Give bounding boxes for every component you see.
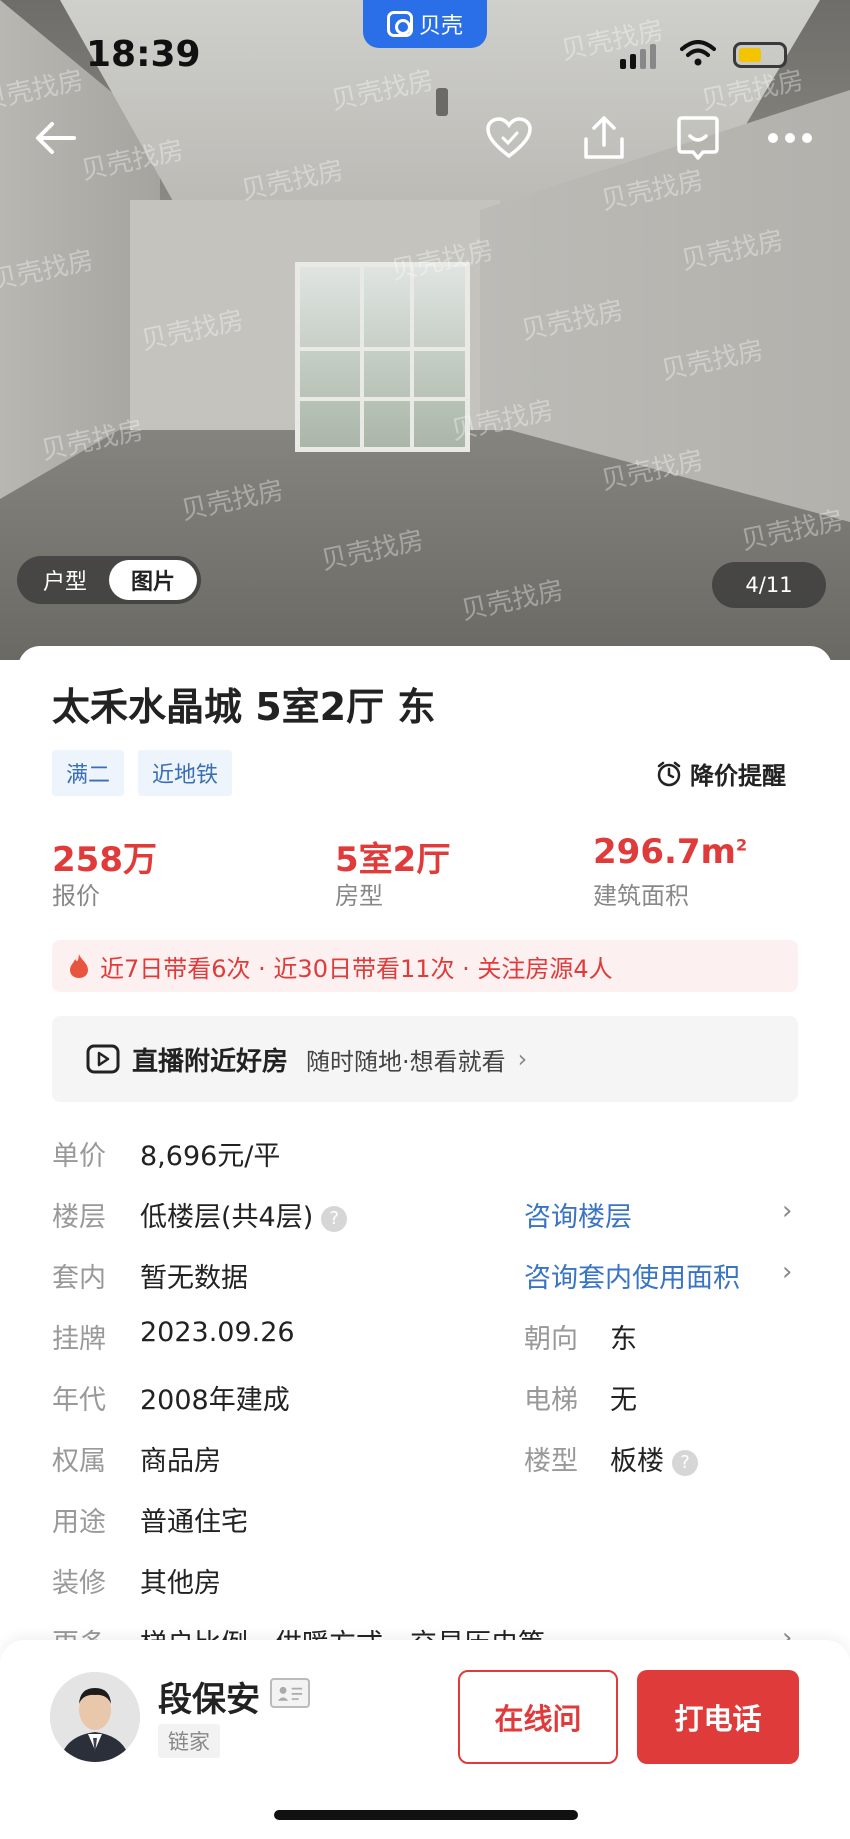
tag-over-two-years: 满二 xyxy=(52,750,125,796)
help-icon[interactable]: ? xyxy=(672,1449,698,1476)
chevron-right-icon: › xyxy=(517,1045,528,1073)
live-play-icon xyxy=(86,1044,120,1074)
listing-detail-page: 贝壳找房 贝壳找房 贝壳找房 贝壳找房 贝壳找房 贝壳找房 贝壳找房 贝壳找房 … xyxy=(0,0,850,1839)
back-button[interactable] xyxy=(30,112,82,164)
home-indicator[interactable] xyxy=(274,1810,578,1820)
live-nearby-banner[interactable]: 直播附近好房 随时随地·想看就看 › xyxy=(52,1016,798,1102)
floor-value-wrap: 低楼层(共4层)? xyxy=(140,1195,348,1234)
price-alert-button[interactable]: 降价提醒 xyxy=(656,756,786,791)
more-icon xyxy=(768,133,812,143)
favorite-button[interactable] xyxy=(483,112,535,164)
consult-floor-link[interactable]: 咨询楼层 xyxy=(524,1195,632,1234)
signal-icon xyxy=(620,44,656,69)
message-button[interactable] xyxy=(672,112,724,164)
fire-icon xyxy=(70,954,88,978)
year-built-value: 2008年建成 xyxy=(140,1385,290,1416)
wifi-icon xyxy=(680,40,716,66)
photo-ceiling-lamp xyxy=(436,88,448,116)
live-subtitle: 随时随地·想看就看 xyxy=(306,1047,506,1076)
battery-icon xyxy=(733,42,787,68)
decoration-label: 装修 xyxy=(52,1568,106,1599)
ownership-value: 商品房 xyxy=(140,1446,221,1477)
floor-label: 楼层 xyxy=(52,1202,106,1233)
stat-area-value: 296.7m2 xyxy=(593,832,747,872)
usage-label: 用途 xyxy=(52,1507,106,1538)
decoration-value: 其他房 xyxy=(140,1568,221,1599)
orientation-label: 朝向 xyxy=(524,1324,578,1355)
back-icon xyxy=(36,122,76,154)
stat-price-label: 报价 xyxy=(52,882,100,910)
consult-inner-area-link[interactable]: 咨询套内使用面积 xyxy=(524,1256,740,1295)
tag-near-subway: 近地铁 xyxy=(138,750,233,796)
floor-value: 低楼层(共4层) xyxy=(140,1202,314,1233)
ownership-label: 权属 xyxy=(52,1446,106,1477)
heart-icon xyxy=(486,117,532,159)
photo-window xyxy=(295,262,470,452)
live-title: 直播附近好房 xyxy=(132,1046,289,1077)
listing-title: 太禾水晶城 5室2厅 东 xyxy=(52,685,436,729)
stat-area-number: 296.7m xyxy=(593,832,736,872)
online-chat-button[interactable]: 在线问 xyxy=(458,1670,618,1764)
agent-name: 段保安 xyxy=(158,1680,260,1720)
stat-layout-label: 房型 xyxy=(335,882,383,910)
photo-type-tabs: 户型 图片 xyxy=(17,556,202,604)
agent-avatar[interactable] xyxy=(50,1672,140,1762)
status-time: 18:39 xyxy=(86,34,201,75)
building-type-value: 板楼 xyxy=(610,1446,664,1477)
viewing-heat-banner: 近7日带看6次 · 近30日带看11次 · 关注房源4人 xyxy=(52,940,798,992)
business-card-icon[interactable] xyxy=(270,1678,310,1708)
photo-counter: 4/11 xyxy=(712,562,826,608)
stat-layout-value: 5室2厅 xyxy=(335,840,451,880)
price-alert-label: 降价提醒 xyxy=(690,762,786,790)
help-icon[interactable]: ? xyxy=(321,1205,348,1232)
listed-date-label: 挂牌 xyxy=(52,1324,106,1355)
chevron-right-icon: › xyxy=(782,1257,793,1287)
building-type-value-wrap: 板楼? xyxy=(610,1439,698,1478)
viewing-heat-text: 近7日带看6次 · 近30日带看11次 · 关注房源4人 xyxy=(100,954,613,983)
elevator-label: 电梯 xyxy=(524,1385,578,1416)
stat-price-value: 258万 xyxy=(52,840,157,880)
unit-price-label: 单价 xyxy=(52,1141,106,1172)
app-pill[interactable]: 贝壳 xyxy=(363,0,487,48)
chevron-right-icon: › xyxy=(782,1196,793,1226)
year-built-label: 年代 xyxy=(52,1385,106,1416)
agent-photo xyxy=(50,1672,140,1762)
inner-area-value: 暂无数据 xyxy=(140,1263,248,1294)
tab-photos[interactable]: 图片 xyxy=(109,560,198,600)
building-type-label: 楼型 xyxy=(524,1446,578,1477)
listed-date-value: 2023.09.26 xyxy=(140,1317,295,1348)
more-button[interactable] xyxy=(764,112,816,164)
elevator-value: 无 xyxy=(610,1385,637,1416)
stat-area-label: 建筑面积 xyxy=(593,882,689,910)
usage-value: 普通住宅 xyxy=(140,1507,248,1538)
share-icon xyxy=(584,116,624,159)
call-button[interactable]: 打电话 xyxy=(637,1670,799,1764)
orientation-value: 东 xyxy=(610,1324,637,1355)
stat-area-sup: 2 xyxy=(735,835,748,855)
tab-floorplan[interactable]: 户型 xyxy=(21,560,109,600)
unit-price-value: 8,696元/平 xyxy=(140,1141,281,1172)
share-button[interactable] xyxy=(578,112,630,164)
beike-logo-icon xyxy=(386,11,413,37)
app-pill-label: 贝壳 xyxy=(418,14,463,39)
agency-badge: 链家 xyxy=(158,1724,220,1758)
inner-area-label: 套内 xyxy=(52,1263,106,1294)
message-icon xyxy=(677,116,719,160)
alarm-clock-icon xyxy=(657,761,681,786)
